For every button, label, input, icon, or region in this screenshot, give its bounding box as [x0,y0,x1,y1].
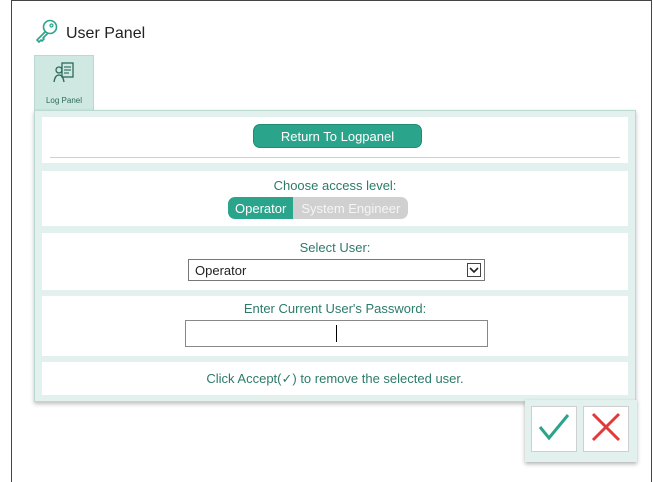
action-bar [525,400,637,462]
access-level-label: Choose access level: [273,178,397,193]
text-caret [336,325,337,342]
user-select[interactable]: Operator [188,259,485,281]
password-row: Enter Current User's Password: [42,296,628,356]
info-text: Click Accept(✓) to remove the selected u… [206,371,464,386]
access-level-row: Choose access level: Operator System Eng… [42,171,628,226]
tab-log-panel[interactable]: Log Panel [34,55,94,111]
accept-button[interactable] [531,406,577,452]
user-log-icon [53,61,77,90]
select-user-row: Select User: Operator [42,233,628,290]
user-panel: Return To Logpanel Choose access level: … [34,110,636,402]
password-field[interactable] [185,320,488,347]
close-icon [590,411,622,448]
key-icon [34,18,60,49]
page-title: User Panel [66,24,146,42]
user-select-value: Operator [195,262,247,278]
panel-header: User Panel [34,18,145,49]
chevron-down-icon[interactable] [467,263,481,277]
return-to-logpanel-button[interactable]: Return To Logpanel [253,124,422,148]
access-option-operator[interactable]: Operator [228,197,294,219]
select-user-label: Select User: [299,240,371,255]
return-row: Return To Logpanel [42,117,628,163]
access-level-toggle: Operator System Engineer [228,197,409,219]
info-row: Click Accept(✓) to remove the selected u… [42,362,628,395]
access-option-system-engineer[interactable]: System Engineer [293,197,409,219]
password-label: Enter Current User's Password: [243,301,427,316]
tab-label: Log Panel [45,96,83,105]
divider [50,157,620,158]
cancel-button[interactable] [583,406,629,452]
check-icon [537,412,571,447]
